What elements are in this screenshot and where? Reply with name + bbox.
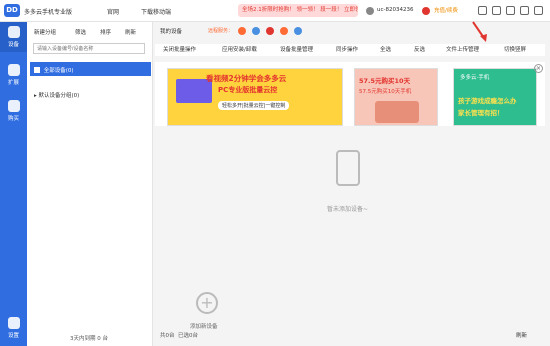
gear-icon: [7, 317, 20, 329]
promo-banner[interactable]: 全场2.1折限时抢购！ 领一领！ 段一段！ 立即领取: [238, 4, 358, 17]
username[interactable]: uc-82034236: [377, 7, 414, 13]
sidebar-item-label: 设置: [7, 333, 19, 339]
minimize-icon[interactable]: [506, 6, 515, 15]
selected-count: 已选0台: [178, 333, 198, 339]
grid-icon: [7, 64, 20, 76]
banner-brand: 多多云·手机: [460, 75, 490, 81]
checkbox-icon[interactable]: [34, 67, 40, 73]
device-count: 共0台: [160, 333, 175, 339]
invert-selection-button[interactable]: 反选: [414, 45, 425, 53]
banner-image: [375, 101, 419, 123]
expiry-summary: 3天内到期 0 台: [70, 336, 108, 342]
empty-phone-icon: [336, 150, 360, 186]
group-item-label: 默认设备分组(0): [38, 93, 80, 99]
group-search-input[interactable]: [33, 43, 145, 54]
sidebar-item-devices[interactable]: 设备: [0, 22, 27, 52]
sidebar-item-settings[interactable]: 设置: [0, 313, 27, 343]
banner-title: 57.5元购买10天: [359, 77, 411, 85]
sidebar-item-label: 设备: [7, 42, 19, 48]
service-icon[interactable]: [280, 27, 288, 35]
sidebar-item-label: 购买: [7, 116, 19, 122]
empty-state-text: 暂未添加设备~: [327, 206, 369, 213]
banner-subtitle: 57.5元购买10天手机: [359, 89, 412, 95]
gift-icon[interactable]: [478, 6, 487, 15]
parenting-banner[interactable]: 多多云·手机 孩子游戏成瘾怎么办 家长管理有招！: [453, 68, 537, 126]
select-all-checkbox[interactable]: 全选: [380, 45, 391, 53]
app-logo: DD: [4, 4, 20, 17]
switch-screen-button[interactable]: 切换竖屏: [504, 45, 526, 53]
file-upload-button[interactable]: 文件上传管理: [446, 45, 479, 53]
cart-icon: [7, 100, 20, 112]
app-title: 多多云手机专业版: [24, 9, 73, 16]
close-batch-button[interactable]: 关闭批量操作: [163, 45, 196, 53]
group-item-label: 全部设备(0): [43, 68, 74, 74]
group-item-default[interactable]: ▸ 默认设备分组(0): [30, 88, 151, 100]
sidebar-item-buy[interactable]: 购买: [0, 96, 27, 126]
sidebar-item-expand[interactable]: 扩展: [0, 60, 27, 90]
control-service-label: 远程服务：: [208, 28, 234, 34]
group-item-all[interactable]: 全部设备(0): [30, 62, 151, 76]
sync-button[interactable]: 同步操作: [336, 45, 358, 53]
banner-title: 看视频2分钟学会多多云: [206, 74, 287, 83]
red-arrow-annotation: [472, 21, 487, 42]
phone-cloud-icon: [7, 26, 20, 38]
service-icon[interactable]: [252, 27, 260, 35]
tutorial-banner[interactable]: 看视频2分钟学会多多云 PC专业版批量云控 轻松多开|批量云控|一键控制: [167, 68, 343, 126]
download-mobile-link[interactable]: 下载移动端: [141, 7, 171, 16]
banner-tagline: 轻松多开|批量云控|一键控制: [218, 101, 290, 110]
sort-button[interactable]: 排序: [100, 28, 111, 36]
banner-subtitle: PC专业版批量云控: [218, 86, 278, 94]
notification-icon[interactable]: [422, 7, 430, 15]
refresh-groups-button[interactable]: 刷新: [125, 28, 136, 36]
service-icon[interactable]: [294, 27, 302, 35]
add-device-button[interactable]: +: [196, 292, 218, 314]
filter-button[interactable]: 筛选: [75, 28, 86, 36]
menu-icon[interactable]: [492, 6, 501, 15]
close-icon[interactable]: [534, 6, 543, 15]
service-icon[interactable]: [238, 27, 246, 35]
recharge-button[interactable]: 充值/续费: [434, 6, 458, 14]
user-avatar-icon[interactable]: [366, 7, 374, 15]
app-install-button[interactable]: 应用安装/卸载: [222, 45, 257, 53]
close-banner-icon[interactable]: ×: [534, 64, 543, 73]
sidebar-item-label: 扩展: [7, 80, 19, 86]
service-icon[interactable]: [266, 27, 274, 35]
new-group-button[interactable]: 新建分组: [34, 28, 56, 36]
price-banner[interactable]: 57.5元购买10天 57.5元购买10天手机: [354, 68, 438, 126]
refresh-button[interactable]: 刷新: [516, 331, 527, 339]
my-devices-tab[interactable]: 我的设备: [160, 27, 182, 35]
batch-manage-button[interactable]: 设备批量管理: [280, 45, 313, 53]
add-device-label[interactable]: 添加新设备: [190, 322, 218, 330]
banner-title: 孩子游戏成瘾怎么办: [458, 97, 517, 105]
banner-subtitle: 家长管理有招！: [458, 109, 504, 117]
website-link[interactable]: 官网: [107, 7, 119, 16]
maximize-icon[interactable]: [520, 6, 529, 15]
